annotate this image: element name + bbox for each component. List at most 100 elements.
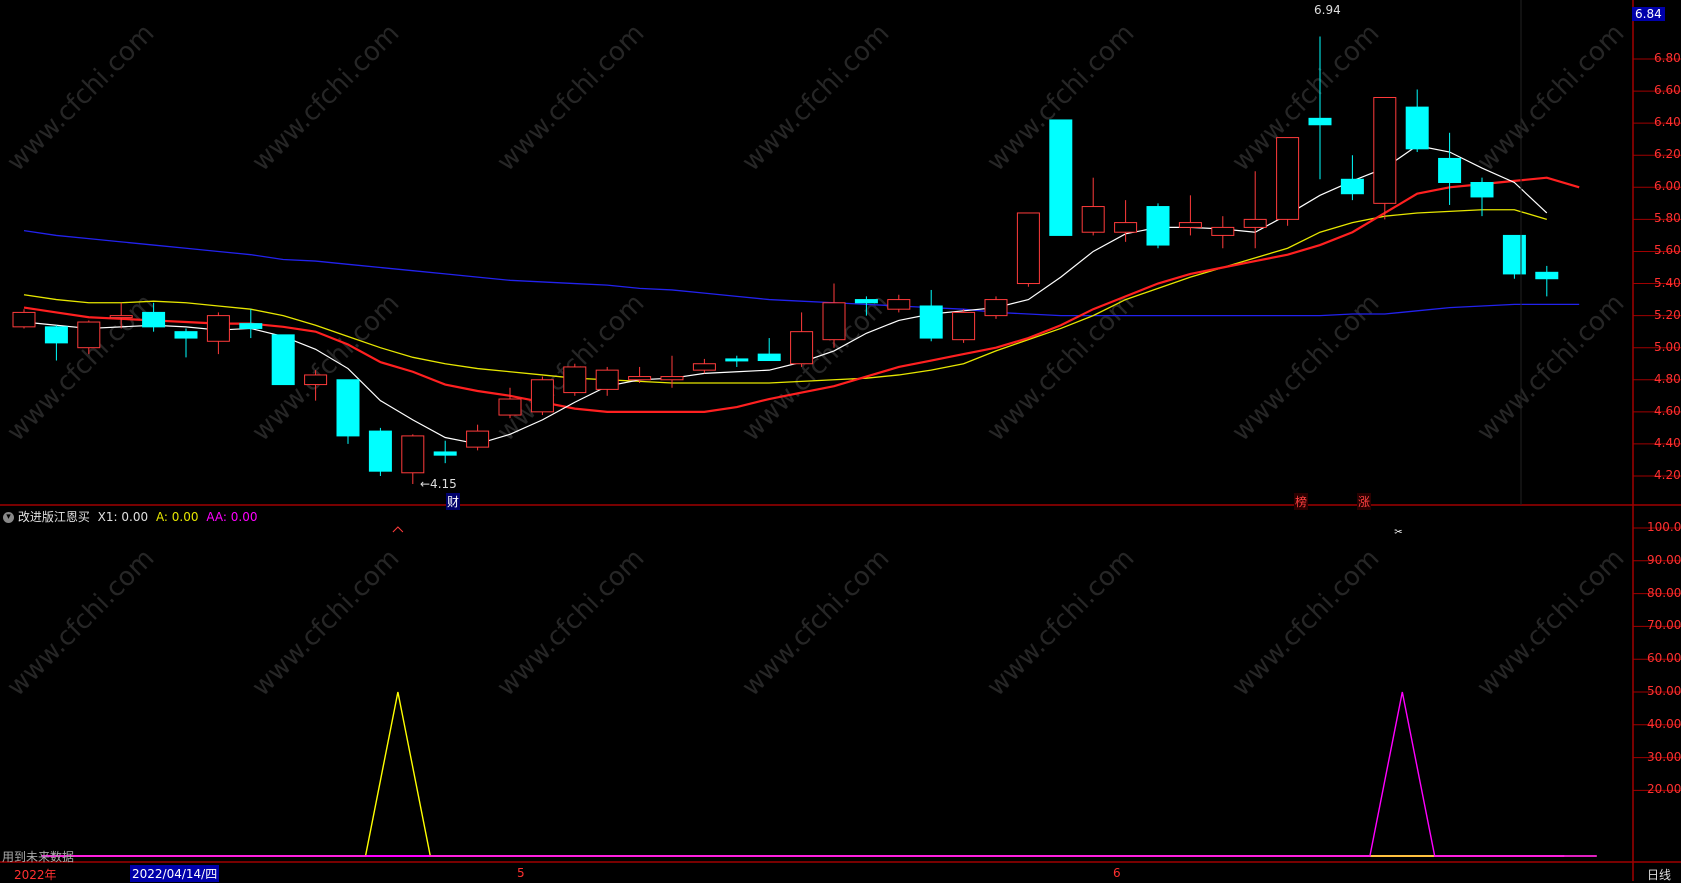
candle-body bbox=[1470, 181, 1494, 198]
candle-body bbox=[1114, 222, 1138, 233]
candlestick bbox=[1049, 119, 1073, 236]
date-axis-year: 2022年 bbox=[14, 868, 57, 882]
candlestick bbox=[1276, 137, 1300, 226]
rise-tag[interactable]: 涨 bbox=[1357, 493, 1372, 510]
candle-body bbox=[1502, 234, 1526, 275]
ranking-tag[interactable]: 榜 bbox=[1294, 493, 1309, 510]
candlestick bbox=[368, 427, 392, 476]
candlestick bbox=[12, 309, 36, 329]
candle-body bbox=[563, 366, 587, 394]
candle-body bbox=[1081, 206, 1105, 233]
low-price-label: ←4.15 bbox=[420, 477, 457, 491]
ma60-line bbox=[23, 229, 1580, 317]
candle-body bbox=[1276, 137, 1300, 220]
watermark-text: www.cfchi.com bbox=[1, 18, 160, 177]
candlestick bbox=[692, 358, 716, 374]
candlestick bbox=[919, 289, 943, 342]
candle-body bbox=[1535, 271, 1559, 280]
finance-tag[interactable]: 财 bbox=[446, 493, 461, 510]
watermark-text: www.cfchi.com bbox=[1226, 288, 1385, 447]
candlestick bbox=[790, 312, 814, 367]
watermark-text: www.cfchi.com bbox=[246, 288, 405, 447]
candle-body bbox=[1016, 212, 1040, 285]
candlestick bbox=[1016, 212, 1040, 287]
price-tick-label: 6.40 bbox=[1654, 115, 1681, 130]
indicator-x1-value: X1: 0.00 bbox=[97, 510, 149, 524]
candle-body bbox=[1340, 178, 1364, 195]
price-tick-label: 5.20 bbox=[1654, 307, 1681, 322]
candlestick bbox=[1502, 234, 1526, 279]
candle-body bbox=[854, 299, 878, 304]
watermark-text: www.cfchi.com bbox=[1, 543, 160, 702]
candlestick bbox=[174, 328, 198, 358]
price-tick-label: 5.60 bbox=[1654, 243, 1681, 258]
candle-body bbox=[822, 302, 846, 341]
candlestick bbox=[757, 338, 781, 362]
indicator-a-value: A: 0.00 bbox=[155, 510, 199, 524]
candle-body bbox=[757, 353, 781, 362]
price-tick-label: 6.20 bbox=[1654, 147, 1681, 162]
price-tick-label: 5.00 bbox=[1654, 339, 1681, 354]
candlestick bbox=[336, 379, 360, 444]
signal-marker: ✂ bbox=[1394, 527, 1402, 538]
candle-body bbox=[433, 451, 457, 456]
date-axis-selected-date[interactable]: 2022/04/14/四 bbox=[130, 865, 220, 882]
candle-body bbox=[174, 331, 198, 339]
candlestick bbox=[822, 283, 846, 348]
candlestick bbox=[1146, 203, 1170, 249]
candlestick bbox=[563, 363, 587, 396]
candle-body bbox=[77, 321, 101, 349]
watermark-text: www.cfchi.com bbox=[491, 18, 650, 177]
indicator-tick-label: 90.00 bbox=[1647, 552, 1681, 567]
candle-body bbox=[44, 326, 68, 344]
candlestick bbox=[1178, 195, 1202, 236]
kline-chart-canvas[interactable]: www.cfchi.com www.cfchi.com www.cfchi.com w… bbox=[0, 0, 1681, 881]
date-axis-month-5: 5 bbox=[517, 866, 525, 880]
watermark-text: www.cfchi.com bbox=[736, 18, 895, 177]
period-selector[interactable]: 日线 bbox=[1647, 866, 1671, 883]
high-price-label: 6.94 bbox=[1314, 3, 1341, 17]
watermark-text: www.cfchi.com bbox=[1226, 18, 1385, 177]
candle-body bbox=[1049, 119, 1073, 236]
indicator-tick-label: 40.00 bbox=[1647, 716, 1681, 731]
candlestick bbox=[595, 366, 619, 396]
price-tick-label: 6.60 bbox=[1654, 83, 1681, 98]
candle-body bbox=[1438, 157, 1462, 183]
candle-body bbox=[919, 305, 943, 339]
candle-body bbox=[12, 311, 36, 328]
candle-body bbox=[368, 430, 392, 472]
candle-body bbox=[109, 315, 133, 319]
price-tick-label: 4.60 bbox=[1654, 403, 1681, 418]
candle-body bbox=[206, 315, 230, 342]
candlestick bbox=[1114, 200, 1138, 242]
watermark-text: www.cfchi.com bbox=[981, 543, 1140, 702]
indicator-toggle-icon[interactable]: ▾ bbox=[3, 512, 14, 523]
candlestick bbox=[1535, 265, 1559, 297]
indicator-aa-line bbox=[41, 691, 1597, 857]
candlestick bbox=[1438, 132, 1462, 205]
candle-body bbox=[142, 311, 166, 328]
indicator-tick-label: 60.00 bbox=[1647, 651, 1681, 666]
indicator-tick-label: 30.00 bbox=[1647, 749, 1681, 764]
candle-body bbox=[952, 311, 976, 341]
indicator-tick-label: 100.00 bbox=[1647, 520, 1681, 534]
candlestick bbox=[206, 312, 230, 355]
candle-body bbox=[1373, 96, 1397, 204]
candle-body bbox=[401, 435, 425, 474]
price-tick-label: 5.80 bbox=[1654, 211, 1681, 226]
price-tick-label: 4.40 bbox=[1654, 435, 1681, 450]
watermark-text: www.cfchi.com bbox=[1471, 18, 1630, 177]
candle-body bbox=[1243, 218, 1267, 228]
candle-body bbox=[1146, 206, 1170, 246]
candle-body bbox=[1405, 106, 1429, 150]
candlestick bbox=[1243, 171, 1267, 249]
candlestick bbox=[952, 309, 976, 343]
candle-body bbox=[1308, 117, 1332, 126]
candlestick bbox=[725, 355, 749, 367]
candlestick bbox=[984, 296, 1008, 319]
candlestick bbox=[271, 334, 295, 386]
indicator-header[interactable]: ▾ 改进版江恩买 X1: 0.00 A: 0.00 AA: 0.00 bbox=[3, 508, 257, 525]
candle-body bbox=[498, 398, 522, 416]
candle-body bbox=[530, 379, 554, 413]
watermark-text: www.cfchi.com bbox=[736, 288, 895, 447]
